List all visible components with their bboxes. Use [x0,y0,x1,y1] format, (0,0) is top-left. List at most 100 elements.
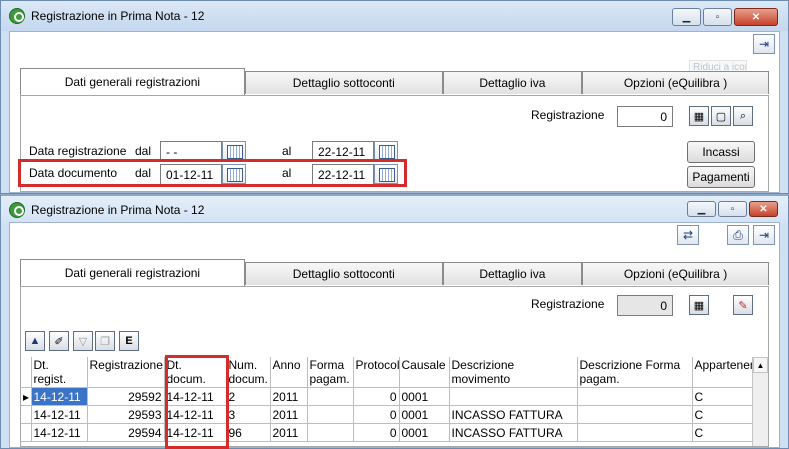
refresh-button[interactable]: ⇄ [677,225,699,245]
grid-header-row: Dt. regist. Registrazione Dt. docum. Num… [21,357,757,388]
new-document-button[interactable]: ▢ [711,106,731,126]
table-row[interactable]: 14-12-11 29594 14-12-11 96 2011 0 0001 I… [21,423,757,442]
tab-dettaglio-iva[interactable]: Dettaglio iva [442,262,582,285]
calculator-button[interactable]: ▦ [689,106,709,126]
minimize-icon: ▁ [697,203,706,215]
restore-button[interactable]: ▫ [718,201,747,217]
column-header[interactable]: Forma pagam. [307,357,354,388]
column-header[interactable]: Num. docum. [226,357,271,388]
table-row[interactable]: ▸ 14-12-11 29592 14-12-11 2 2011 0 0001 … [21,387,757,406]
incassi-button[interactable]: Incassi [687,141,755,163]
tab-dettaglio-iva[interactable]: Dettaglio iva [442,71,582,94]
table-cell[interactable]: C [692,387,757,406]
title-bar[interactable]: Registrazione in Prima Nota - 12 ▁ ▫ ✕ [1,196,788,224]
table-cell[interactable]: 0 [353,405,400,424]
printer-icon: ⎙ [733,227,743,242]
new-document-icon: ▢ [715,110,727,123]
tab-dettaglio-sottoconti[interactable]: Dettaglio sottoconti [244,262,443,285]
copy-button[interactable]: ❐ [95,331,115,351]
table-cell[interactable]: 2011 [270,423,308,442]
table-cell[interactable]: 14-12-11 [31,387,88,406]
table-cell[interactable]: INCASSO FATTURA [449,405,578,424]
table-cell[interactable]: 14-12-11 [31,405,88,424]
table-cell[interactable]: 14-12-11 [31,423,88,442]
registrazione-field[interactable]: 0 [617,106,673,127]
table-cell[interactable] [577,387,693,406]
tab-panel: Registrazione 0 ▦ ▢ ⌕ Data registrazione… [18,95,769,192]
tab-dati-generali[interactable]: Dati generali registrazioni [20,259,245,286]
highlight-box [18,159,407,187]
table-cell[interactable]: 2011 [270,387,308,406]
title-bar[interactable]: Registrazione in Prima Nota - 12 ▁ ▫ ✕ [1,1,788,31]
table-cell[interactable]: 2 [226,387,271,406]
row-indicator-header [21,357,32,388]
exit-button[interactable]: ⇥ [753,225,775,245]
table-cell[interactable] [577,423,693,442]
refresh-icon: ⇄ [682,228,694,242]
table-cell[interactable]: 0001 [399,423,450,442]
table-cell[interactable]: 0001 [399,387,450,406]
table-cell[interactable]: 0 [353,387,400,406]
table-cell[interactable]: 0001 [399,405,450,424]
table-cell[interactable] [577,405,693,424]
pagamenti-button[interactable]: Pagamenti [687,166,755,188]
close-button[interactable]: ✕ [749,201,778,217]
tab-dati-generali[interactable]: Dati generali registrazioni [20,68,245,95]
column-header[interactable]: Protocol [353,357,400,388]
filter-button[interactable]: ▽ [73,331,93,351]
tab-strip: Dati generali registrazioni Dettaglio so… [20,259,769,286]
search-button[interactable]: ⌕ [733,106,753,126]
restore-button[interactable]: ▫ [703,8,732,26]
table-cell[interactable] [307,387,354,406]
table-cell[interactable]: 3 [226,405,271,424]
table-cell[interactable]: 29593 [87,405,165,424]
table-cell[interactable]: 29592 [87,387,165,406]
edit-button[interactable]: ✐ [49,331,69,351]
search-icon: ⌕ [739,109,747,122]
tab-opzioni[interactable]: Opzioni (eQuilibra ) [582,262,769,285]
export-excel-button[interactable]: E [119,331,139,351]
column-header[interactable]: Causale [399,357,450,388]
current-row-indicator: ▸ [21,387,32,406]
restore-icon: ▫ [715,11,720,23]
tab-opzioni[interactable]: Opzioni (eQuilibra ) [582,71,769,94]
restore-icon: ▫ [730,203,735,215]
table-cell[interactable]: INCASSO FATTURA [449,423,578,442]
table-cell[interactable]: 2011 [270,405,308,424]
registrazioni-grid: Dt. regist. Registrazione Dt. docum. Num… [21,357,757,442]
column-header[interactable]: Dt. regist. [31,357,88,388]
close-icon: ✕ [759,203,768,215]
edit-icon: ✐ [54,335,64,348]
scroll-up-arrow[interactable]: ▲ [753,357,768,373]
table-cell[interactable] [449,387,578,406]
column-header[interactable]: Appartenen [692,357,757,388]
table-cell[interactable]: 96 [226,423,271,442]
exit-button[interactable]: ⇥ [753,34,775,54]
close-button[interactable]: ✕ [734,8,778,26]
table-cell[interactable]: C [692,405,757,424]
table-cell[interactable] [307,423,354,442]
column-header[interactable]: Descrizione movimento [449,357,578,388]
registrazione-field[interactable]: 0 [617,295,673,316]
table-cell[interactable]: 0 [353,423,400,442]
copy-icon: ❐ [100,335,110,348]
calculator-button[interactable]: ▦ [689,295,709,315]
print-button[interactable]: ⎙ [727,225,749,245]
vertical-scrollbar[interactable]: ▲ [752,357,768,446]
column-header[interactable]: Descrizione Forma pagam. [577,357,693,388]
scroll-up-button[interactable]: ▲ [25,331,45,351]
column-header[interactable]: Anno [270,357,308,388]
tab-strip: Dati generali registrazioni Dettaglio so… [20,68,769,95]
calendar-button[interactable] [222,141,246,161]
table-cell[interactable]: C [692,423,757,442]
calendar-button[interactable] [374,141,398,161]
table-cell[interactable]: 29594 [87,423,165,442]
delete-button[interactable]: ✎ [733,295,753,315]
column-header[interactable]: Registrazione [87,357,165,388]
table-row[interactable]: 14-12-11 29593 14-12-11 3 2011 0 0001 IN… [21,405,757,424]
minimize-button[interactable]: ▁ [687,201,716,217]
tab-dettaglio-sottoconti[interactable]: Dettaglio sottoconti [244,71,443,94]
data-registrazione-label: Data registrazione [29,144,127,158]
minimize-button[interactable]: ▁ [672,8,701,26]
table-cell[interactable] [307,405,354,424]
